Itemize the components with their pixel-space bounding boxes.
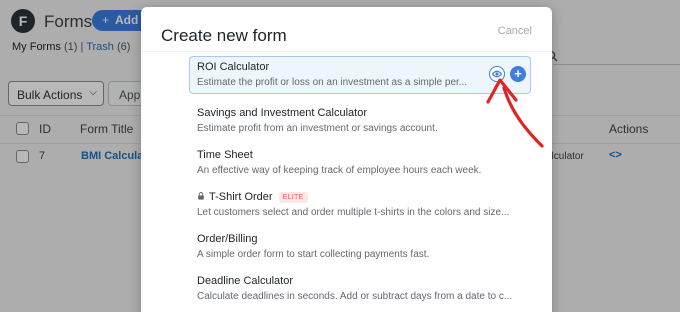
template-name: Deadline Calculator <box>197 275 293 287</box>
elite-badge: ELITE <box>278 192 308 203</box>
template-description: A simple order form to start collecting … <box>197 249 430 260</box>
annotation-arrow-icon <box>486 78 544 148</box>
template-description: Estimate the profit or loss on an invest… <box>197 77 468 88</box>
template-t-shirt-order[interactable]: T-Shirt Order ELITE Let customers select … <box>189 186 531 224</box>
template-name: Order/Billing <box>197 233 258 245</box>
template-name: ROI Calculator <box>197 61 270 73</box>
template-order-billing[interactable]: Order/Billing A simple order form to sta… <box>189 228 531 266</box>
template-description: Calculate deadlines in seconds. Add or s… <box>197 291 513 302</box>
template-name: Savings and Investment Calculator <box>197 107 367 119</box>
template-description: Let customers select and order multiple … <box>197 207 510 218</box>
modal-title: Create new form <box>161 26 287 45</box>
template-description: Estimate profit from an investment or sa… <box>197 123 438 134</box>
template-name-row: T-Shirt Order ELITE <box>197 191 308 203</box>
cancel-button[interactable]: Cancel <box>498 25 532 37</box>
template-name: Time Sheet <box>197 149 253 161</box>
template-deadline-calculator[interactable]: Deadline Calculator Calculate deadlines … <box>189 270 531 308</box>
modal-divider <box>141 51 552 52</box>
lock-icon <box>198 192 204 200</box>
template-description: An effective way of keeping track of emp… <box>197 165 482 176</box>
create-form-modal: Create new form Cancel ROI Calculator Es… <box>141 7 552 312</box>
